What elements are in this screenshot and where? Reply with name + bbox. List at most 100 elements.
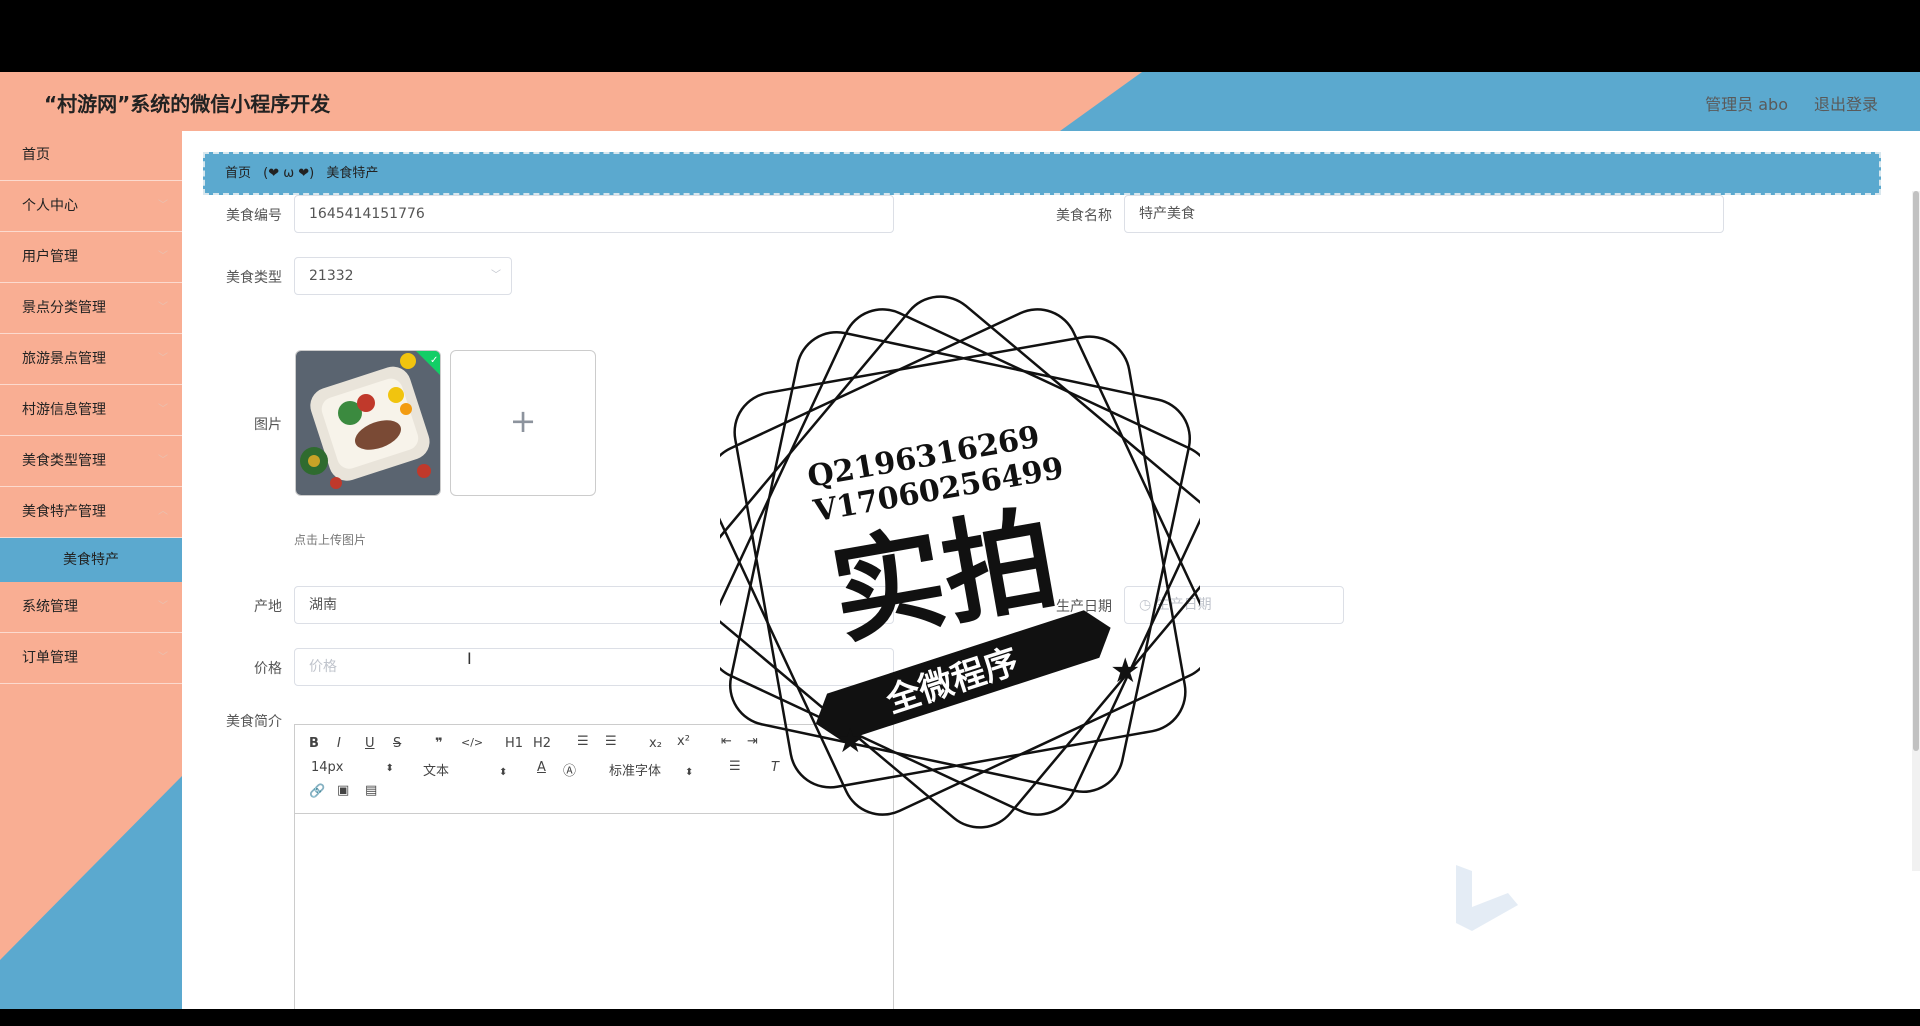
- page-scrollbar[interactable]: [1912, 191, 1920, 871]
- upload-hint: 点击上传图片: [294, 533, 367, 547]
- sidebar-item-label: 首页: [22, 147, 50, 163]
- superscript-button[interactable]: x²: [677, 734, 690, 749]
- sidebar-item-personal-center[interactable]: 个人中心 ﹀: [0, 181, 182, 232]
- clear-format-icon[interactable]: T: [771, 760, 779, 775]
- food-type-value: 21332: [309, 268, 354, 284]
- sidebar-item-label: 个人中心: [22, 198, 78, 214]
- underline-button[interactable]: U: [365, 736, 375, 751]
- food-type-select[interactable]: 21332 ﹀: [294, 257, 512, 295]
- food-code-label: 美食编号: [226, 208, 282, 224]
- image-icon[interactable]: ▣: [337, 783, 349, 798]
- sidebar-item-orders[interactable]: 订单管理 ﹀: [0, 633, 182, 684]
- sidebar-item-food-specialty[interactable]: 美食特产管理 ︿: [0, 487, 182, 538]
- production-date-placeholder: 生产日期: [1155, 597, 1212, 613]
- sidebar-item-village-info[interactable]: 村游信息管理 ﹀: [0, 385, 182, 436]
- production-date-label: 生产日期: [1056, 599, 1112, 615]
- sidebar-subitem-label: 美食特产: [63, 552, 119, 568]
- price-input[interactable]: 价格: [294, 648, 894, 686]
- chevron-down-icon: ﹀: [158, 302, 168, 313]
- upload-add-button[interactable]: +: [450, 350, 596, 496]
- chevron-down-icon: ﹀: [491, 270, 501, 281]
- chevron-down-icon: ﹀: [158, 404, 168, 415]
- video-icon[interactable]: ▤: [365, 783, 377, 798]
- app-window: “村游网”系统的微信小程序开发 管理员 abo 退出登录 首页 个人中心 ﹀ 用户…: [0, 72, 1920, 1009]
- origin-input[interactable]: 湖南: [294, 586, 894, 624]
- font-color-icon[interactable]: A: [537, 760, 546, 775]
- font-size-select[interactable]: 14px ⬍: [311, 760, 394, 775]
- sidebar-item-label: 美食类型管理: [22, 453, 106, 469]
- select-arrows-icon: ⬍: [685, 767, 694, 778]
- text-cursor-icon: I: [467, 649, 472, 668]
- scrollbar-thumb[interactable]: [1913, 191, 1919, 751]
- food-intro-label: 美食简介: [226, 714, 282, 730]
- chevron-down-icon: ﹀: [158, 601, 168, 612]
- breadcrumb-home[interactable]: 首页: [225, 166, 251, 181]
- bold-button[interactable]: B: [309, 736, 319, 751]
- background-color-icon[interactable]: Ⓐ: [563, 760, 576, 779]
- chevron-down-icon: ﹀: [158, 200, 168, 211]
- admin-user-label: 管理员 abo: [1705, 95, 1788, 114]
- sidebar-menu: 首页 个人中心 ﹀ 用户管理 ﹀ 景点分类管理 ﹀ 旅游景点管理 ﹀ 村游信息管理 ﹀ 美…: [0, 131, 182, 684]
- breadcrumb-current: 美食特产: [326, 166, 379, 181]
- sidebar-item-label: 订单管理: [22, 650, 78, 666]
- italic-button[interactable]: I: [337, 736, 341, 751]
- food-code-input[interactable]: 1645414151776: [294, 195, 894, 233]
- sidebar-item-label: 系统管理: [22, 599, 78, 615]
- sidebar-item-scenic-spots[interactable]: 旅游景点管理 ﹀: [0, 334, 182, 385]
- sidebar: 首页 个人中心 ﹀ 用户管理 ﹀ 景点分类管理 ﹀ 旅游景点管理 ﹀ 村游信息管理 ﹀ 美…: [0, 131, 182, 1009]
- production-date-input[interactable]: ◷ 生产日期: [1124, 586, 1344, 624]
- text-style-select[interactable]: 文本 ⬍: [423, 760, 507, 779]
- align-icon[interactable]: ☰: [729, 759, 741, 774]
- header: “村游网”系统的微信小程序开发 管理员 abo 退出登录: [0, 72, 1920, 131]
- svg-text:✓: ✓: [430, 355, 438, 366]
- indent-icon[interactable]: ⇥: [747, 734, 758, 749]
- subscript-button[interactable]: x₂: [649, 736, 662, 751]
- chevron-down-icon: ﹀: [158, 652, 168, 663]
- sidebar-item-label: 美食特产管理: [22, 504, 106, 520]
- app-title: “村游网”系统的微信小程序开发: [44, 92, 331, 116]
- breadcrumb-separator: (❤ ω ❤): [263, 166, 315, 181]
- text-style-value: 文本: [423, 764, 450, 779]
- select-arrows-icon: ⬍: [385, 763, 394, 774]
- food-photo: ✓: [296, 351, 440, 495]
- sidebar-item-label: 用户管理: [22, 249, 78, 265]
- uploaded-food-image[interactable]: ✓: [295, 350, 441, 496]
- sidebar-item-label: 旅游景点管理: [22, 351, 106, 367]
- logout-link[interactable]: 退出登录: [1814, 91, 1878, 115]
- sidebar-item-scenic-category[interactable]: 景点分类管理 ﹀: [0, 283, 182, 334]
- ordered-list-icon[interactable]: ☰: [577, 734, 589, 749]
- sidebar-item-label: 景点分类管理: [22, 300, 106, 316]
- sidebar-subitem-food-specialty[interactable]: 美食特产: [0, 538, 182, 582]
- food-type-label: 美食类型: [226, 270, 282, 286]
- breadcrumb: 首页 (❤ ω ❤) 美食特产: [203, 152, 1881, 195]
- chevron-up-icon: ︿: [158, 506, 168, 517]
- sidebar-item-food-type[interactable]: 美食类型管理 ﹀: [0, 436, 182, 487]
- font-size-value: 14px: [311, 760, 344, 775]
- chevron-down-icon: ﹀: [158, 353, 168, 364]
- rich-text-editor[interactable]: B I U S ❞ </> H1 H2 ☰ ☰ x₂ x² ⇤ ⇥ 14px ⬍ …: [294, 724, 894, 1009]
- h1-button[interactable]: H1: [505, 736, 523, 751]
- calendar-icon: ◷: [1139, 597, 1156, 613]
- font-family-value: 标准字体: [609, 764, 662, 779]
- origin-label: 产地: [254, 599, 282, 615]
- image-label: 图片: [254, 417, 282, 433]
- outdent-icon[interactable]: ⇤: [721, 734, 732, 749]
- blockquote-button[interactable]: ❞: [435, 736, 443, 751]
- sidebar-item-system[interactable]: 系统管理 ﹀: [0, 582, 182, 633]
- strike-button[interactable]: S: [393, 736, 401, 751]
- chevron-down-icon: ﹀: [158, 251, 168, 262]
- price-label: 价格: [254, 661, 282, 677]
- sidebar-item-home[interactable]: 首页: [0, 131, 182, 181]
- link-icon[interactable]: 🔗: [309, 784, 325, 799]
- main-content: 首页 (❤ ω ❤) 美食特产 美食编号 1645414151776 美食名称 …: [182, 131, 1920, 1009]
- h2-button[interactable]: H2: [533, 736, 551, 751]
- select-arrows-icon: ⬍: [499, 767, 508, 778]
- chevron-down-icon: ﹀: [158, 455, 168, 466]
- editor-toolbar: B I U S ❞ </> H1 H2 ☰ ☰ x₂ x² ⇤ ⇥ 14px ⬍ …: [295, 725, 893, 814]
- font-family-select[interactable]: 标准字体 ⬍: [609, 760, 693, 779]
- sidebar-item-user-management[interactable]: 用户管理 ﹀: [0, 232, 182, 283]
- code-block-button[interactable]: </>: [461, 736, 483, 749]
- food-name-input[interactable]: 特产美食: [1124, 195, 1724, 233]
- sidebar-item-label: 村游信息管理: [22, 402, 106, 418]
- bullet-list-icon[interactable]: ☰: [605, 734, 617, 749]
